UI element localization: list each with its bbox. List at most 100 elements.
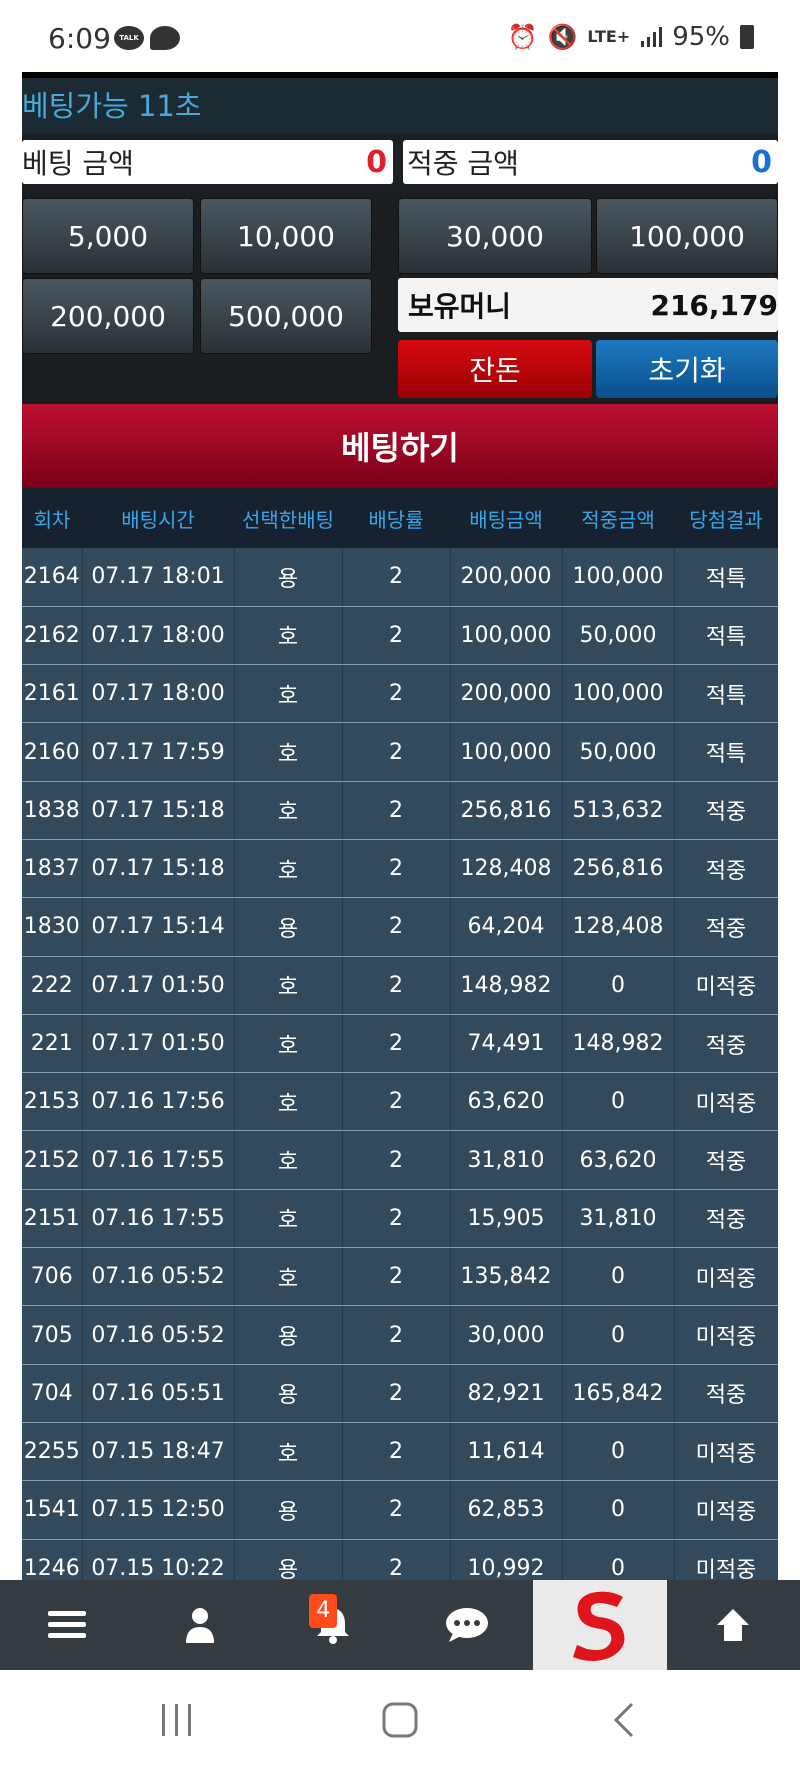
chip-30000-button[interactable]: 30,000 — [398, 198, 592, 274]
column-header: 배당률 — [342, 488, 450, 548]
win-amount-cell: 0 — [562, 1480, 675, 1540]
column-header: 적중금액 — [562, 488, 674, 548]
site-logo — [572, 1591, 625, 1661]
round-cell: 2164 — [22, 548, 83, 607]
chat-button[interactable] — [400, 1580, 533, 1670]
result-cell: 적중 — [674, 839, 778, 899]
result-cell: 적중 — [674, 897, 778, 957]
alarm-icon: ⏰ — [507, 23, 538, 51]
result-cell: 미적중 — [674, 1539, 778, 1580]
time-cell: 07.17 15:14 — [82, 897, 235, 957]
round-cell: 2161 — [22, 664, 83, 724]
win-amount-label: 적중 금액 — [407, 147, 519, 180]
place-bet-button[interactable]: 베팅하기 — [22, 404, 778, 488]
bet-amount-cell: 148,982 — [450, 956, 563, 1015]
bet-amount-cell: 256,816 — [450, 781, 563, 840]
bet-amount-cell: 200,000 — [450, 548, 563, 607]
result-cell: 미적중 — [674, 1247, 778, 1307]
network-type: LTE+ — [587, 27, 631, 46]
scroll-top-button[interactable] — [667, 1580, 800, 1670]
win-amount-cell: 0 — [562, 1422, 675, 1482]
result-cell: 미적중 — [674, 1072, 778, 1132]
pick-cell: 호 — [234, 781, 343, 840]
chip-100000-button[interactable]: 100,000 — [596, 198, 778, 274]
pick-cell: 호 — [234, 664, 343, 724]
round-cell: 2152 — [22, 1130, 83, 1190]
pick-cell: 호 — [234, 1422, 343, 1482]
reset-button[interactable]: 초기화 — [596, 340, 778, 398]
odds-cell: 2 — [342, 1305, 451, 1365]
win-amount-cell: 50,000 — [562, 606, 675, 666]
odds-cell: 2 — [342, 548, 451, 607]
odds-cell: 2 — [342, 1539, 451, 1580]
table-row: 2152 07.16 17:55 호 2 31,810 63,620 적중 — [22, 1130, 778, 1190]
battery-percent: 95% — [672, 22, 730, 52]
bet-amount-cell: 15,905 — [450, 1189, 563, 1249]
kakaotalk-icon: TALK — [114, 26, 144, 50]
bet-history-table: 회차 배팅시간 선택한배팅 배당률 배팅금액 적중금액 당첨결과 2164 07.… — [22, 488, 778, 1580]
bet-amount-cell: 200,000 — [450, 664, 563, 724]
time-cell: 07.15 12:50 — [82, 1480, 235, 1540]
pick-cell: 용 — [234, 548, 343, 607]
chip-5000-button[interactable]: 5,000 — [22, 198, 194, 274]
chip-500000-button[interactable]: 500,000 — [200, 278, 372, 354]
time-cell: 07.17 18:00 — [82, 664, 235, 724]
bet-amount-box: 베팅 금액 0 — [22, 140, 393, 184]
win-amount-cell: 165,842 — [562, 1364, 675, 1423]
table-row: 2255 07.15 18:47 호 2 11,614 0 미적중 — [22, 1422, 778, 1482]
bet-amount-cell: 82,921 — [450, 1364, 563, 1423]
bet-amount-cell: 74,491 — [450, 1014, 563, 1074]
home-icon[interactable] — [380, 1700, 420, 1740]
round-cell: 2160 — [22, 722, 83, 782]
pick-cell: 호 — [234, 956, 343, 1015]
result-cell: 적특 — [674, 548, 778, 607]
win-amount-cell: 148,982 — [562, 1014, 675, 1074]
site-logo-button[interactable] — [533, 1580, 667, 1670]
menu-button[interactable] — [0, 1580, 133, 1670]
chip-panel: 5,000 10,000 30,000 100,000 200,000 500,… — [22, 190, 778, 404]
time-cell: 07.17 15:18 — [82, 839, 235, 899]
table-row: 706 07.16 05:52 호 2 135,842 0 미적중 — [22, 1247, 778, 1307]
bet-amount-cell: 10,992 — [450, 1539, 563, 1580]
profile-button[interactable] — [133, 1580, 266, 1670]
table-header-row: 회차 배팅시간 선택한배팅 배당률 배팅금액 적중금액 당첨결과 — [22, 488, 778, 548]
win-amount-cell: 0 — [562, 1072, 675, 1132]
bet-amount-cell: 135,842 — [450, 1247, 563, 1307]
round-cell: 222 — [22, 956, 83, 1015]
odds-cell: 2 — [342, 1247, 451, 1307]
result-cell: 적중 — [674, 1364, 778, 1423]
recent-apps-icon[interactable] — [160, 1700, 194, 1740]
pick-cell: 호 — [234, 839, 343, 899]
odds-cell: 2 — [342, 1364, 451, 1423]
chip-200000-button[interactable]: 200,000 — [22, 278, 194, 354]
win-amount-cell: 31,810 — [562, 1189, 675, 1249]
round-cell: 2151 — [22, 1189, 83, 1249]
odds-cell: 2 — [342, 664, 451, 724]
chip-10000-button[interactable]: 10,000 — [200, 198, 372, 274]
round-cell: 1837 — [22, 839, 83, 899]
table-row: 1837 07.17 15:18 호 2 128,408 256,816 적중 — [22, 839, 778, 899]
win-amount-cell: 0 — [562, 1539, 675, 1580]
time-cell: 07.17 17:59 — [82, 722, 235, 782]
round-cell: 1246 — [22, 1539, 83, 1580]
win-amount-cell: 513,632 — [562, 781, 675, 840]
time-cell: 07.15 10:22 — [82, 1539, 235, 1580]
back-icon[interactable] — [610, 1700, 640, 1740]
odds-cell: 2 — [342, 1014, 451, 1074]
round-cell: 1838 — [22, 781, 83, 840]
result-cell: 적중 — [674, 1014, 778, 1074]
balance-button[interactable]: 잔돈 — [398, 340, 592, 398]
result-cell: 적특 — [674, 664, 778, 724]
round-cell: 2153 — [22, 1072, 83, 1132]
notifications-button[interactable]: 4 — [267, 1580, 400, 1670]
odds-cell: 2 — [342, 1072, 451, 1132]
result-cell: 적중 — [674, 1130, 778, 1190]
betting-timer: 베팅가능 11초 — [22, 78, 778, 134]
round-cell: 2162 — [22, 606, 83, 666]
win-amount-cell: 50,000 — [562, 722, 675, 782]
pick-cell: 용 — [234, 1539, 343, 1580]
table-row: 1838 07.17 15:18 호 2 256,816 513,632 적중 — [22, 781, 778, 840]
table-row: 2160 07.17 17:59 호 2 100,000 50,000 적특 — [22, 722, 778, 782]
table-row: 2164 07.17 18:01 용 2 200,000 100,000 적특 — [22, 548, 778, 607]
menu-icon — [47, 1611, 86, 1638]
